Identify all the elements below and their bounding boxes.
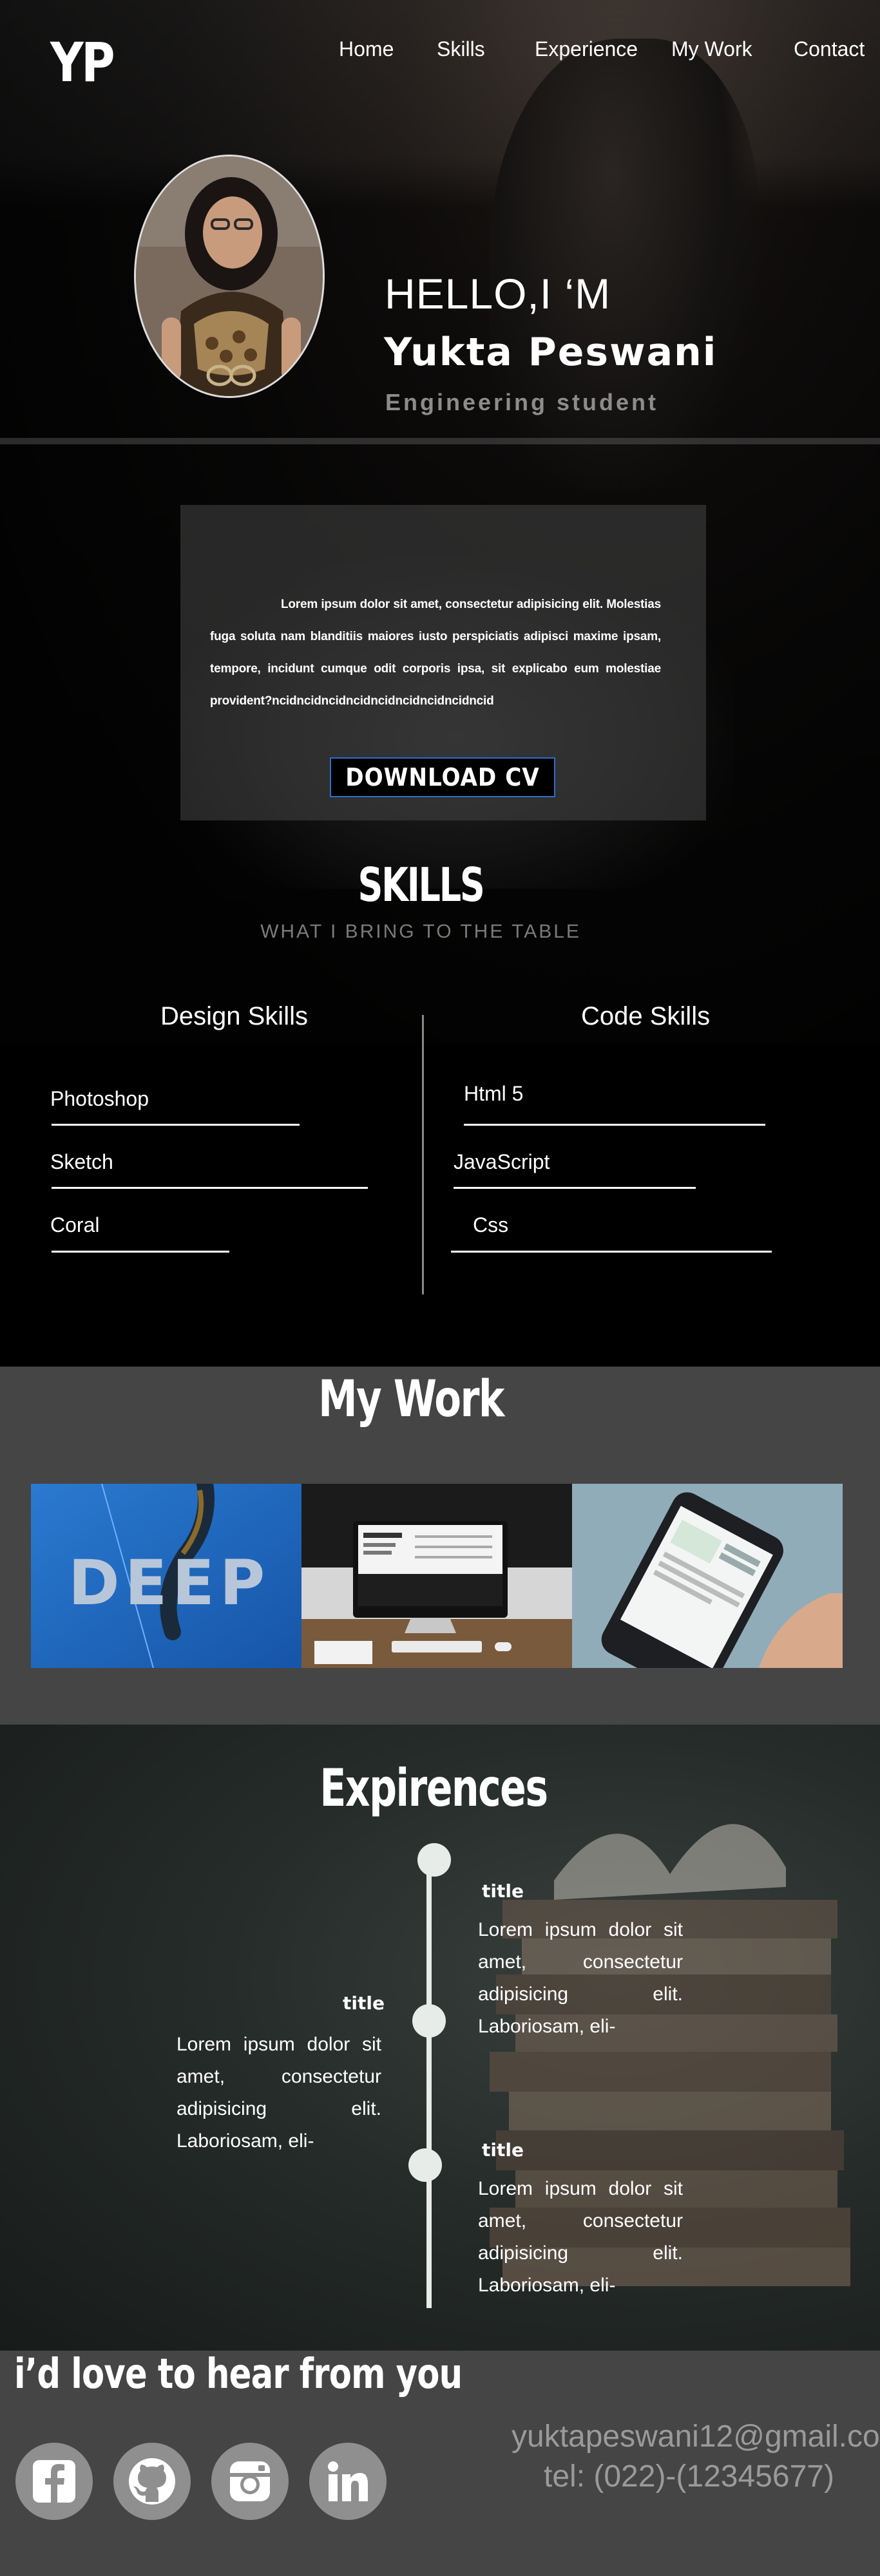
- experience-3-title: title: [482, 2139, 524, 2161]
- skill-photoshop-bar: [52, 1124, 300, 1126]
- work-tile-deep[interactable]: DEEP: [31, 1484, 301, 1668]
- github-link[interactable]: [113, 2443, 191, 2520]
- timeline-dot-2: [412, 2004, 446, 2038]
- timeline-dot-1: [417, 1843, 451, 1877]
- skills-subtitle: WHAT I BRING TO THE TABLE: [260, 921, 581, 942]
- code-skills-heading: Code Skills: [581, 1002, 711, 1030]
- work-title: My Work: [318, 1370, 504, 1428]
- timeline-dot-3: [408, 2148, 442, 2182]
- nav-my-work[interactable]: My Work: [671, 37, 752, 61]
- mobile-mockup-image: [572, 1484, 843, 1668]
- skill-javascript: JavaScript: [454, 1150, 550, 1173]
- hero-role: Engineering student: [385, 389, 659, 415]
- experience-3-text: Lorem ipsum dolor sit amet, consectetur …: [478, 2178, 683, 2296]
- facebook-link[interactable]: [15, 2443, 93, 2520]
- skill-javascript-bar: [454, 1187, 696, 1189]
- about-card: Lorem ipsum dolor sit amet, consectetur …: [180, 505, 706, 820]
- skill-coral: Coral: [50, 1213, 100, 1236]
- design-skills-heading: Design Skills: [160, 1002, 308, 1030]
- desktop-mockup-image: [301, 1484, 572, 1668]
- skill-html5: Html 5: [464, 1082, 524, 1105]
- github-icon: [129, 2458, 175, 2505]
- skill-css-bar: [451, 1251, 772, 1253]
- skill-photoshop: Photoshop: [50, 1087, 149, 1110]
- skill-sketch: Sketch: [50, 1150, 113, 1173]
- skill-css: Css: [473, 1213, 509, 1236]
- skill-coral-bar: [52, 1251, 229, 1253]
- deep-project-caption: DEEP: [68, 1547, 271, 1619]
- experience-2-title: title: [343, 1993, 385, 2014]
- nav-contact[interactable]: Contact: [794, 37, 865, 61]
- linkedin-link[interactable]: [309, 2443, 387, 2520]
- instagram-icon: [230, 2461, 270, 2501]
- nav-experience[interactable]: Experience: [535, 37, 638, 61]
- work-tile-desktop[interactable]: [301, 1484, 572, 1668]
- hero-name: Yukta Peswani: [384, 330, 718, 375]
- skill-sketch-bar: [52, 1187, 368, 1189]
- facebook-icon: [33, 2460, 75, 2503]
- experience-2-text: Lorem ipsum dolor sit amet, consectetur …: [177, 2034, 381, 2152]
- timeline-line: [426, 1861, 432, 2308]
- experience-title: Expirences: [320, 1758, 548, 1818]
- main-nav: Home Skills Experience My Work Contact: [0, 37, 880, 63]
- contact-phone[interactable]: tel: (022)-(12345677): [544, 2459, 834, 2494]
- skills-title: SKILLS: [358, 858, 484, 912]
- experience-1-title: title: [482, 1880, 524, 1902]
- nav-home[interactable]: Home: [339, 37, 394, 61]
- hero-greeting: HELLO,I ‘M: [385, 270, 611, 317]
- instagram-link[interactable]: [211, 2443, 289, 2520]
- hero-background-rail: [0, 438, 880, 444]
- about-text: Lorem ipsum dolor sit amet, consectetur …: [210, 598, 661, 708]
- profile-photo: [136, 156, 323, 396]
- skill-html5-bar: [464, 1124, 765, 1126]
- hero-background-figure: [490, 39, 760, 489]
- contact-title: i’d love to hear from you: [14, 2351, 463, 2398]
- nav-skills[interactable]: Skills: [437, 37, 485, 61]
- skills-divider: [422, 1015, 424, 1294]
- download-cv-button[interactable]: DOWNLOAD CV: [330, 757, 555, 797]
- linkedin-icon: [328, 2461, 368, 2501]
- profile-avatar: [134, 155, 325, 398]
- contact-email[interactable]: yuktapeswani12@gmail.com: [512, 2419, 880, 2454]
- experience-1-text: Lorem ipsum dolor sit amet, consectetur …: [478, 1919, 683, 2037]
- work-tile-mobile[interactable]: [572, 1484, 843, 1668]
